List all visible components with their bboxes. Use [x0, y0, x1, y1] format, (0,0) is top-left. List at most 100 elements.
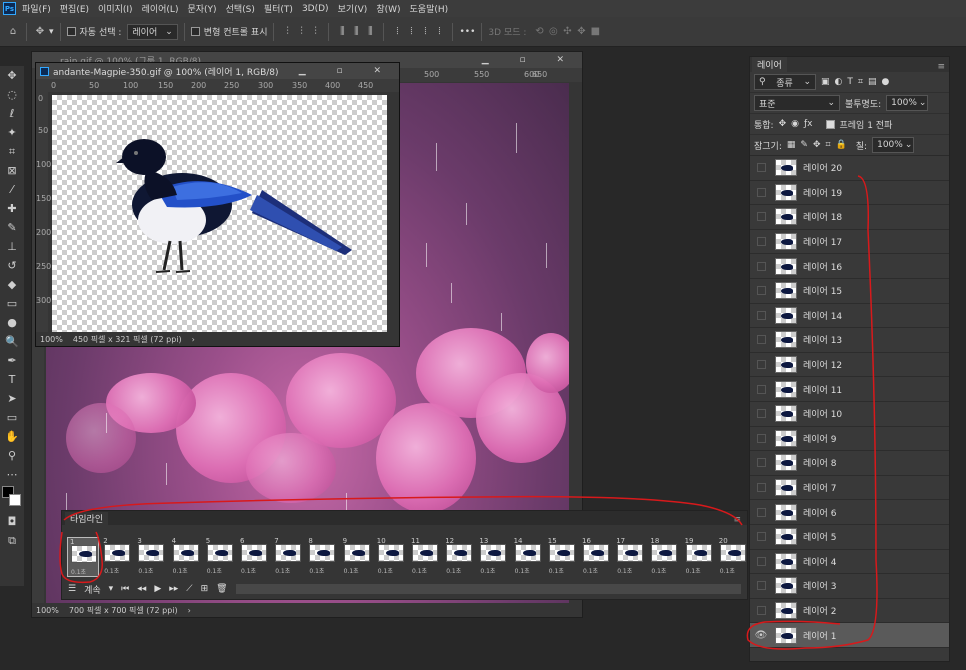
layer-row[interactable]: 레이어 10 [750, 402, 949, 427]
menu-file[interactable]: 파일(F) [22, 2, 51, 15]
timeline-frame[interactable]: 8 0.1초 [306, 537, 338, 577]
layer-row[interactable]: 레이어 6 [750, 500, 949, 525]
layer-row[interactable]: 레이어 8 [750, 451, 949, 476]
lock-all-icon[interactable]: 🔒 [836, 140, 847, 150]
menu-type[interactable]: 문자(Y) [187, 2, 216, 15]
previous-frame-icon[interactable]: ◂◂ [137, 584, 146, 594]
visibility-toggle[interactable] [750, 212, 772, 222]
menu-3d[interactable]: 3D(D) [302, 4, 329, 14]
visibility-toggle[interactable] [750, 483, 772, 493]
home-icon[interactable]: ⌂ [6, 25, 20, 39]
convert-to-timeline-icon[interactable]: ☰ [68, 584, 76, 594]
frame-delay[interactable]: 0.1초 [686, 566, 701, 575]
tab-layers[interactable]: 레이어 [752, 57, 787, 72]
fill-field[interactable]: 100% ⌄ [872, 137, 915, 153]
timeline-frame[interactable]: 3 0.1초 [135, 537, 167, 577]
tween-icon[interactable]: ⟋ [186, 584, 192, 594]
3d-pan-icon[interactable]: ✣ [560, 25, 574, 39]
timeline-frame[interactable]: 16 0.1초 [580, 537, 612, 577]
visibility-toggle[interactable] [750, 532, 772, 542]
distribute-right-icon[interactable]: ⦙ [418, 25, 432, 39]
unify-visibility-icon[interactable]: ◉ [791, 119, 799, 129]
visibility-toggle[interactable] [750, 556, 772, 566]
timeline-frame[interactable]: 15 0.1초 [546, 537, 578, 577]
frame-delay[interactable]: 0.1초 [480, 566, 495, 575]
timeline-frame[interactable]: 20 0.1초 [717, 537, 749, 577]
visibility-toggle[interactable] [750, 507, 772, 517]
menu-help[interactable]: 도움말(H) [410, 2, 449, 15]
menu-view[interactable]: 보기(V) [338, 2, 368, 15]
tab-timeline[interactable]: 타임라인 [65, 512, 109, 525]
timeline-frame[interactable]: 12 0.1초 [443, 537, 475, 577]
menu-filter[interactable]: 필터(T) [264, 2, 293, 15]
lock-artboard-icon[interactable]: ⌗ [825, 140, 830, 150]
menu-image[interactable]: 이미지(I) [98, 2, 133, 15]
loop-options-select[interactable]: 계속 [84, 583, 101, 596]
hand-tool-icon[interactable]: ✋ [0, 427, 24, 446]
magic-wand-tool-icon[interactable]: ✦ [0, 123, 24, 142]
next-frame-icon[interactable]: ▸▸ [169, 584, 178, 594]
blend-mode-select[interactable]: 표준 ⌄ [754, 95, 840, 111]
align-middle-icon[interactable]: ⫼ [349, 25, 363, 39]
auto-select-checkbox[interactable] [66, 27, 76, 36]
menu-select[interactable]: 선택(S) [226, 2, 255, 15]
chevron-down-icon[interactable]: ▾ [49, 27, 54, 37]
stamp-tool-icon[interactable]: ⊥ [0, 237, 24, 256]
layer-row[interactable]: 레이어 5 [750, 525, 949, 550]
timeline-frame[interactable]: 18 0.1초 [648, 537, 680, 577]
layer-row[interactable]: 레이어 4 [750, 550, 949, 575]
layer-row[interactable]: 레이어 14 [750, 304, 949, 329]
unify-position-icon[interactable]: ✥ [779, 119, 787, 129]
lasso-tool-icon[interactable]: ℓ [0, 104, 24, 123]
document-window-magpie[interactable]: andante-Magpie-350.gif @ 100% (레이어 1, RG… [35, 62, 400, 347]
frame-delay[interactable]: 0.1초 [412, 566, 427, 575]
visibility-toggle[interactable] [750, 605, 772, 615]
frame-delay[interactable]: 0.1초 [515, 566, 530, 575]
visibility-toggle[interactable] [750, 163, 772, 173]
panel-menu-icon[interactable]: ≡ [733, 515, 741, 525]
layer-row[interactable]: 레이어 13 [750, 328, 949, 353]
distribute-center-icon[interactable]: ⦙ [404, 25, 418, 39]
layer-row[interactable]: 레이어 9 [750, 427, 949, 452]
filter-smart-object-icon[interactable]: ▤ [868, 77, 877, 87]
menu-window[interactable]: 창(W) [376, 2, 400, 15]
frame-delay[interactable]: 0.1초 [446, 566, 461, 575]
window-controls[interactable]: ▁ ▫ ✕ [299, 66, 395, 76]
align-top-icon[interactable]: ⫼ [335, 25, 349, 39]
layer-row[interactable]: 레이어 7 [750, 476, 949, 501]
zoom-tool-icon[interactable]: ⚲ [0, 446, 24, 465]
visibility-toggle[interactable] [750, 335, 772, 345]
layer-row[interactable]: 레이어 2 [750, 599, 949, 624]
visibility-toggle[interactable] [750, 286, 772, 296]
frame-delay[interactable]: 0.1초 [275, 566, 290, 575]
more-options-button[interactable]: ••• [459, 27, 475, 37]
gradient-tool-icon[interactable]: ▭ [0, 294, 24, 313]
frame-delay[interactable]: 0.1초 [241, 566, 256, 575]
frame-delay[interactable]: 0.1초 [617, 566, 632, 575]
timeline-frame[interactable]: 17 0.1초 [614, 537, 646, 577]
3d-orbit-icon[interactable]: ⟲ [532, 25, 546, 39]
first-frame-icon[interactable]: ⏮ [121, 584, 129, 594]
visibility-toggle[interactable] [750, 433, 772, 443]
frame-delay[interactable]: 0.1초 [309, 566, 324, 575]
layer-row[interactable]: 👁 레이어 1 [750, 623, 949, 648]
frame-delay[interactable]: 0.1초 [71, 567, 86, 576]
visibility-toggle[interactable] [750, 409, 772, 419]
quick-mask-icon[interactable]: ◘ [0, 512, 24, 531]
frame-delay[interactable]: 0.1초 [583, 566, 598, 575]
timeline-frame[interactable]: 13 0.1초 [477, 537, 509, 577]
opacity-field[interactable]: 100% ⌄ [886, 95, 929, 111]
visibility-toggle[interactable] [750, 261, 772, 271]
zoom-level[interactable]: 100% [40, 335, 63, 344]
type-tool-icon[interactable]: T [0, 370, 24, 389]
layer-row[interactable]: 레이어 15 [750, 279, 949, 304]
play-icon[interactable]: ▶ [154, 584, 161, 594]
frame-delay[interactable]: 0.1초 [651, 566, 666, 575]
visibility-toggle[interactable] [750, 384, 772, 394]
3d-camera-icon[interactable]: ■ [588, 25, 602, 39]
visibility-toggle[interactable] [750, 187, 772, 197]
history-brush-tool-icon[interactable]: ↺ [0, 256, 24, 275]
distribute-left-icon[interactable]: ⦙ [390, 25, 404, 39]
frame-tool-icon[interactable]: ⊠ [0, 161, 24, 180]
chevron-right-icon[interactable]: › [188, 606, 191, 615]
